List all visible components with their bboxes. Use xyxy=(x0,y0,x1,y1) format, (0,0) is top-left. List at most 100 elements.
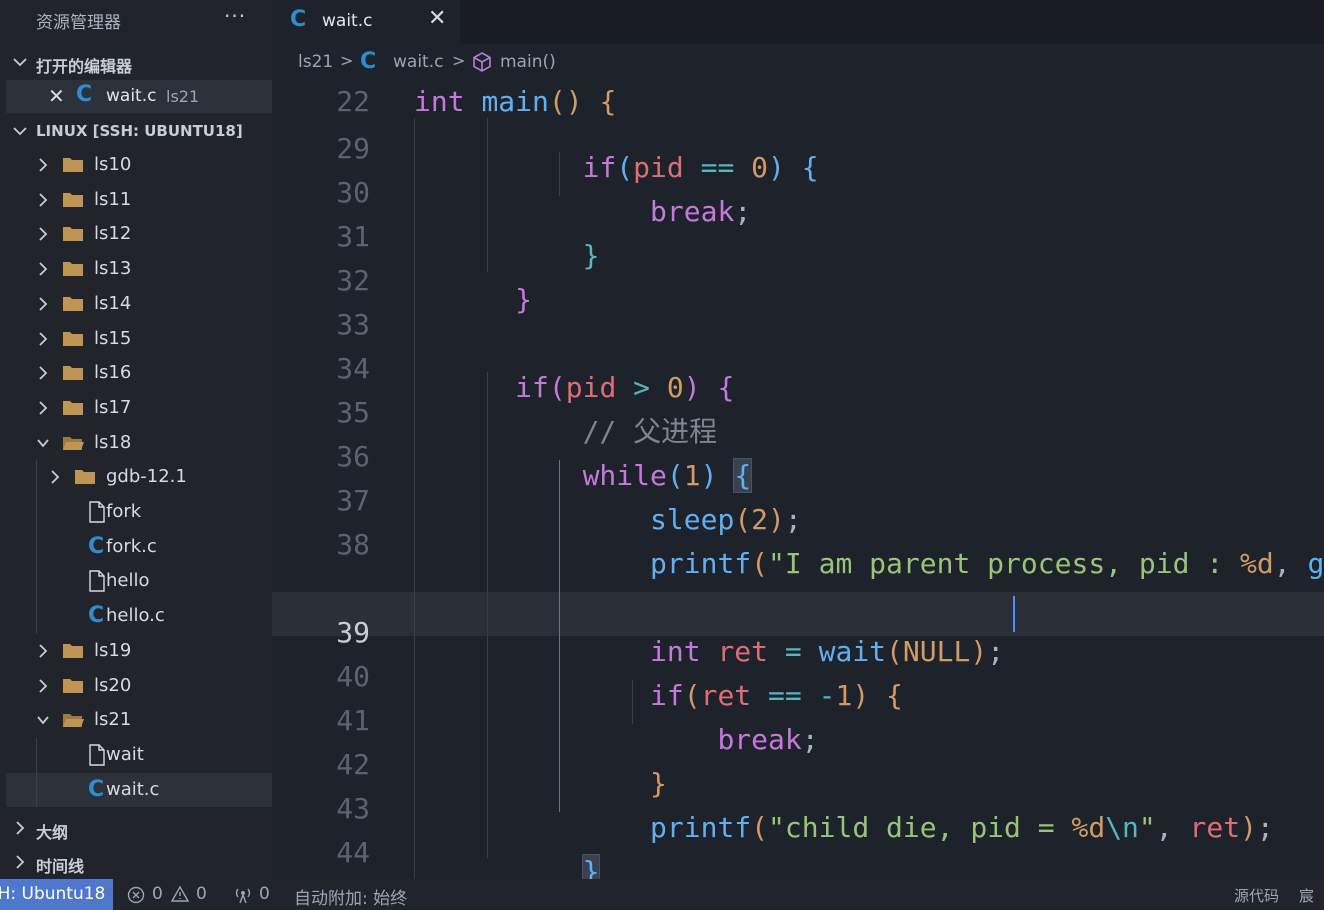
tab-label: wait.c xyxy=(322,11,373,31)
ports-count[interactable]: 0 xyxy=(259,884,270,904)
warning-count[interactable]: 0 xyxy=(196,884,207,904)
tree-item-ls17[interactable]: ls17 xyxy=(6,391,272,425)
indent-guide xyxy=(487,118,488,272)
code-line: 37 sleep(2); xyxy=(272,460,1324,536)
c-file-icon: C xyxy=(360,49,377,74)
tree-item-ls14[interactable]: ls14 xyxy=(6,287,272,321)
tree-item-ls20[interactable]: ls20 xyxy=(6,669,272,703)
timeline-label: 时间线 xyxy=(36,857,85,876)
tab-wait-c[interactable]: C wait.c ✕ xyxy=(272,0,460,44)
tree-item-label: ls17 xyxy=(94,396,132,418)
outline-section-header[interactable]: 大纲 xyxy=(0,811,272,845)
status-extra[interactable]: 宸 xyxy=(1299,885,1314,906)
file-icon xyxy=(89,501,105,523)
close-icon[interactable]: ✕ xyxy=(48,84,65,108)
code-line: 38 printf("I am parent process, pid : %d… xyxy=(272,504,1324,580)
c-file-icon: C xyxy=(88,776,105,802)
tree-item-ls16[interactable]: ls16 xyxy=(6,356,272,390)
tree-item-label: ls14 xyxy=(94,292,132,314)
chevron-right-icon[interactable] xyxy=(36,158,50,172)
code-line: 36 while(1) { xyxy=(272,416,1324,493)
open-editors-section-header[interactable]: 打开的编辑器 xyxy=(0,45,272,79)
open-editors-label: 打开的编辑器 xyxy=(36,57,133,76)
error-icon[interactable] xyxy=(127,886,145,904)
folder-icon xyxy=(63,366,83,381)
folder-icon xyxy=(75,470,95,485)
tree-item-fork[interactable]: fork xyxy=(6,495,272,529)
more-actions-icon[interactable]: ··· xyxy=(224,4,246,28)
chevron-right-icon[interactable] xyxy=(36,331,50,346)
chevron-right-icon[interactable] xyxy=(36,227,50,242)
remote-indicator[interactable]: SSH: Ubuntu18 xyxy=(0,879,113,910)
tree-item-wait-c[interactable]: Cwait.c xyxy=(6,772,272,807)
explorer-header: 资源管理器 ··· xyxy=(0,0,272,36)
tree-item-ls18[interactable]: ls18 xyxy=(6,426,272,460)
tree-item-ls11[interactable]: ls11 xyxy=(6,183,272,217)
tree-indent-guide xyxy=(36,737,37,808)
tree-item-wait[interactable]: wait xyxy=(6,738,272,772)
tree-item-hello-c[interactable]: Chello.c xyxy=(6,599,272,633)
folder-icon xyxy=(63,262,83,277)
status-bar: SSH: Ubuntu18 0 0 0 自动附加: 始终 源代码 宸 xyxy=(0,879,1324,910)
indent-guide xyxy=(487,372,488,858)
chevron-right-icon[interactable] xyxy=(36,401,50,415)
chevron-right-icon[interactable] xyxy=(36,678,50,693)
open-editor-folder: ls21 xyxy=(166,87,200,106)
code-editor[interactable]: 29 if(pid == 0) { 22 int main() { 30 bre… xyxy=(272,80,1324,879)
chevron-right-icon[interactable] xyxy=(48,470,62,484)
cube-symbol-icon xyxy=(473,52,491,72)
broadcast-icon[interactable] xyxy=(232,885,254,905)
tree-indent-guide xyxy=(36,460,37,634)
code-line: 44 } xyxy=(272,812,1324,879)
warning-icon[interactable] xyxy=(170,885,190,903)
tree-item-ls13[interactable]: ls13 xyxy=(6,252,272,286)
tree-item-label: ls21 xyxy=(94,709,132,731)
tree-item-hello[interactable]: hello xyxy=(6,564,272,598)
tree-item-fork-c[interactable]: Cfork.c xyxy=(6,530,272,564)
chevron-right-icon[interactable] xyxy=(36,193,50,207)
text-cursor xyxy=(1013,596,1015,632)
breadcrumb: ls21 > C wait.c > main() xyxy=(272,44,1324,80)
error-count[interactable]: 0 xyxy=(152,884,163,904)
remote-label: SSH: Ubuntu18 xyxy=(0,884,106,904)
chevron-down-icon[interactable] xyxy=(36,713,50,727)
tree-item-label: fork xyxy=(106,501,142,522)
workspace-section-header[interactable]: LINUX [SSH: UBUNTU18] xyxy=(0,114,272,148)
chevron-right-icon[interactable] xyxy=(36,297,50,311)
close-icon[interactable]: ✕ xyxy=(428,6,446,31)
tree-item-ls19[interactable]: ls19 xyxy=(6,634,272,668)
chevron-down-icon xyxy=(13,58,27,67)
file-icon xyxy=(89,570,105,593)
tree-item-ls15[interactable]: ls15 xyxy=(6,322,272,356)
tree-item-ls21[interactable]: ls21 xyxy=(6,703,272,737)
outline-label: 大纲 xyxy=(36,823,69,842)
folder-icon xyxy=(63,678,83,693)
chevron-down-icon xyxy=(13,127,27,136)
chevron-right-icon[interactable] xyxy=(36,366,50,380)
tree-item-label: ls13 xyxy=(94,258,132,280)
tree-item-label: fork.c xyxy=(106,535,157,557)
file-icon xyxy=(89,744,105,766)
tree-item-label: ls18 xyxy=(94,431,132,453)
auto-attach-status[interactable]: 自动附加: 始终 xyxy=(294,884,407,909)
breadcrumb-folder[interactable]: ls21 xyxy=(298,52,333,72)
code-line: 34 if(pid > 0) { xyxy=(272,328,1324,404)
tree-item-ls10[interactable]: ls10 xyxy=(6,148,272,182)
tree-item-ls12[interactable]: ls12 xyxy=(6,217,272,251)
sticky-scroll-line[interactable]: 22 int main() { xyxy=(272,80,1324,118)
timeline-section-header[interactable]: 时间线 xyxy=(0,845,272,879)
breadcrumb-file[interactable]: wait.c xyxy=(393,52,443,72)
breadcrumb-symbol[interactable]: main() xyxy=(500,52,556,72)
chevron-right-icon[interactable] xyxy=(36,262,50,276)
tree-item-label: ls10 xyxy=(94,154,132,175)
open-editor-item[interactable]: ✕ C wait.c ls21 xyxy=(6,80,272,113)
source-code-status[interactable]: 源代码 xyxy=(1234,885,1279,906)
tree-item-label: ls16 xyxy=(94,362,132,384)
tree-item-gdb-12-1[interactable]: gdb-12.1 xyxy=(6,460,272,494)
chevron-right-icon[interactable] xyxy=(36,644,50,658)
chevron-down-icon[interactable] xyxy=(36,436,50,450)
chevron-right-icon xyxy=(16,855,25,869)
c-file-icon: C xyxy=(290,7,307,32)
tree-item-label: ls15 xyxy=(94,327,132,349)
tree-item-label: hello xyxy=(106,570,150,592)
